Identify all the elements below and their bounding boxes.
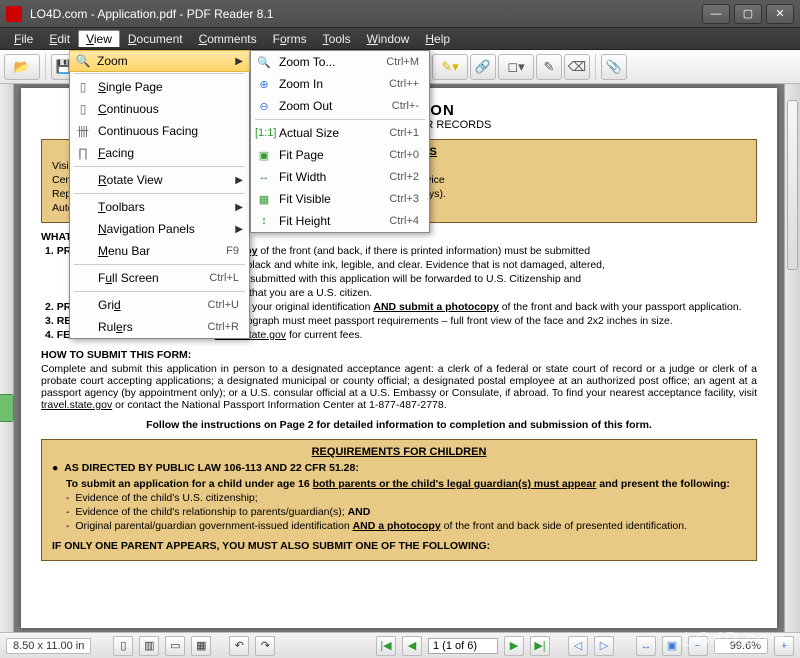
fit-height-icon: ↕: [255, 215, 273, 227]
next-page-button[interactable]: ▶: [504, 636, 524, 656]
menu-comments[interactable]: Comments: [191, 30, 265, 48]
chevron-right-icon: ▶: [235, 175, 243, 186]
link-travel-state2[interactable]: travel.state.gov: [41, 399, 112, 411]
page-size-display: 8.50 x 11.00 in: [6, 638, 91, 654]
menu-continuous-facing[interactable]: 卌Continuous Facing: [70, 120, 249, 142]
menu-full-screen[interactable]: Full ScreenCtrl+L: [70, 267, 249, 289]
menu-help[interactable]: Help: [417, 30, 458, 48]
zoom-submenu: 🔍Zoom To...Ctrl+M ⊕Zoom InCtrl++ ⊖Zoom O…: [250, 50, 430, 233]
zoom-in-status-button[interactable]: +: [774, 636, 794, 656]
menu-nav-panels[interactable]: Navigation Panels▶: [70, 218, 249, 240]
app-icon: [6, 6, 22, 22]
title-bar: LO4D.com - Application.pdf - PDF Reader …: [0, 0, 800, 28]
next-view-button[interactable]: ▷: [594, 636, 614, 656]
menu-facing[interactable]: ∏Facing: [70, 142, 249, 164]
requirements-band: REQUIREMENTS FOR CHILDREN ● AS DIRECTED …: [41, 439, 757, 561]
zoom-in-icon: ⊕: [255, 78, 273, 91]
eraser-tool-button[interactable]: ⌫: [564, 54, 590, 80]
layout-single-button[interactable]: ▯: [113, 636, 133, 656]
close-button[interactable]: ✕: [766, 4, 794, 24]
pencil-tool-button[interactable]: ✎: [536, 54, 562, 80]
prev-view-button[interactable]: ◁: [568, 636, 588, 656]
menu-view[interactable]: View: [78, 30, 120, 47]
layout-cont-button[interactable]: ▥: [139, 636, 159, 656]
facing-icon: ∏: [74, 146, 92, 160]
menu-single-page[interactable]: ▯Single Page: [70, 76, 249, 98]
chevron-right-icon: ▶: [235, 56, 243, 67]
layout-facing-button[interactable]: ▭: [165, 636, 185, 656]
menu-continuous[interactable]: ▯Continuous: [70, 98, 249, 120]
menu-rulers[interactable]: RulersCtrl+R: [70, 316, 249, 338]
fit-width-status-button[interactable]: ↔: [636, 636, 656, 656]
page-number-input[interactable]: [428, 638, 498, 654]
rotate-cw-button[interactable]: ↷: [255, 636, 275, 656]
layout-contfacing-button[interactable]: ▦: [191, 636, 211, 656]
chevron-right-icon: ▶: [235, 202, 243, 213]
fit-visible-icon: ▦: [255, 193, 273, 206]
zoom-to-icon: 🔍: [255, 56, 273, 69]
prev-page-button[interactable]: ◀: [402, 636, 422, 656]
highlight-button[interactable]: ✎▾: [432, 54, 468, 80]
zoom-out-icon: ⊖: [255, 100, 273, 113]
shape-tool-button[interactable]: ◻▾: [498, 54, 534, 80]
zoom-display[interactable]: 99.6%: [714, 638, 768, 654]
view-menu-dropdown: 🔍Zoom▶ ▯Single Page ▯Continuous 卌Continu…: [69, 50, 250, 339]
menu-window[interactable]: Window: [359, 30, 418, 48]
menu-zoom-to[interactable]: 🔍Zoom To...Ctrl+M: [251, 51, 429, 73]
menu-fit-height[interactable]: ↕Fit HeightCtrl+4: [251, 210, 429, 232]
minimize-button[interactable]: —: [702, 4, 730, 24]
menu-fit-visible[interactable]: ▦Fit VisibleCtrl+3: [251, 188, 429, 210]
contfacing-icon: 卌: [74, 123, 92, 140]
menu-tools[interactable]: Tools: [315, 30, 359, 48]
follow-line: Follow the instructions on Page 2 for de…: [41, 419, 757, 431]
side-pane-tab[interactable]: [0, 394, 14, 422]
last-page-button[interactable]: ▶|: [530, 636, 550, 656]
menu-rotate-view[interactable]: Rotate View▶: [70, 169, 249, 191]
open-button[interactable]: 📂: [4, 54, 40, 80]
status-bar: 8.50 x 11.00 in ▯ ▥ ▭ ▦ ↶ ↷ |◀ ◀ ▶ ▶| ◁ …: [0, 632, 800, 658]
fit-page-icon: ▣: [255, 149, 273, 162]
fit-page-status-button[interactable]: ▣: [662, 636, 682, 656]
side-pane: [0, 84, 14, 632]
continuous-icon: ▯: [74, 102, 92, 116]
scroll-thumb[interactable]: [787, 100, 798, 270]
menu-toolbars[interactable]: Toolbars▶: [70, 196, 249, 218]
menu-zoom-out[interactable]: ⊖Zoom OutCtrl+-: [251, 95, 429, 117]
window-title: LO4D.com - Application.pdf - PDF Reader …: [30, 7, 698, 21]
menu-fit-width[interactable]: ↔Fit WidthCtrl+2: [251, 166, 429, 188]
menu-zoom-in[interactable]: ⊕Zoom InCtrl++: [251, 73, 429, 95]
menu-bar: File Edit View Document Comments Forms T…: [0, 28, 800, 50]
rotate-ccw-button[interactable]: ↶: [229, 636, 249, 656]
attachment-button[interactable]: 📎: [601, 54, 627, 80]
menu-actual-size[interactable]: [1:1]Actual SizeCtrl+1: [251, 122, 429, 144]
actual-size-icon: [1:1]: [255, 127, 273, 139]
maximize-button[interactable]: ▢: [734, 4, 762, 24]
menu-edit[interactable]: Edit: [41, 30, 78, 48]
link-tool-button[interactable]: 🔗: [470, 54, 496, 80]
menu-menu-bar[interactable]: Menu BarF9: [70, 240, 249, 262]
zoom-out-status-button[interactable]: −: [688, 636, 708, 656]
chevron-right-icon: ▶: [235, 224, 243, 235]
menu-grid[interactable]: GridCtrl+U: [70, 294, 249, 316]
menu-file[interactable]: File: [6, 30, 41, 48]
zoom-icon: 🔍: [74, 54, 92, 68]
first-page-button[interactable]: |◀: [376, 636, 396, 656]
menu-forms[interactable]: Forms: [265, 30, 315, 48]
menu-fit-page[interactable]: ▣Fit PageCtrl+0: [251, 144, 429, 166]
menu-zoom[interactable]: 🔍Zoom▶: [69, 50, 250, 72]
fit-width-icon: ↔: [255, 171, 273, 183]
vertical-scrollbar[interactable]: [784, 84, 800, 632]
menu-document[interactable]: Document: [120, 30, 191, 48]
singlepage-icon: ▯: [74, 80, 92, 94]
